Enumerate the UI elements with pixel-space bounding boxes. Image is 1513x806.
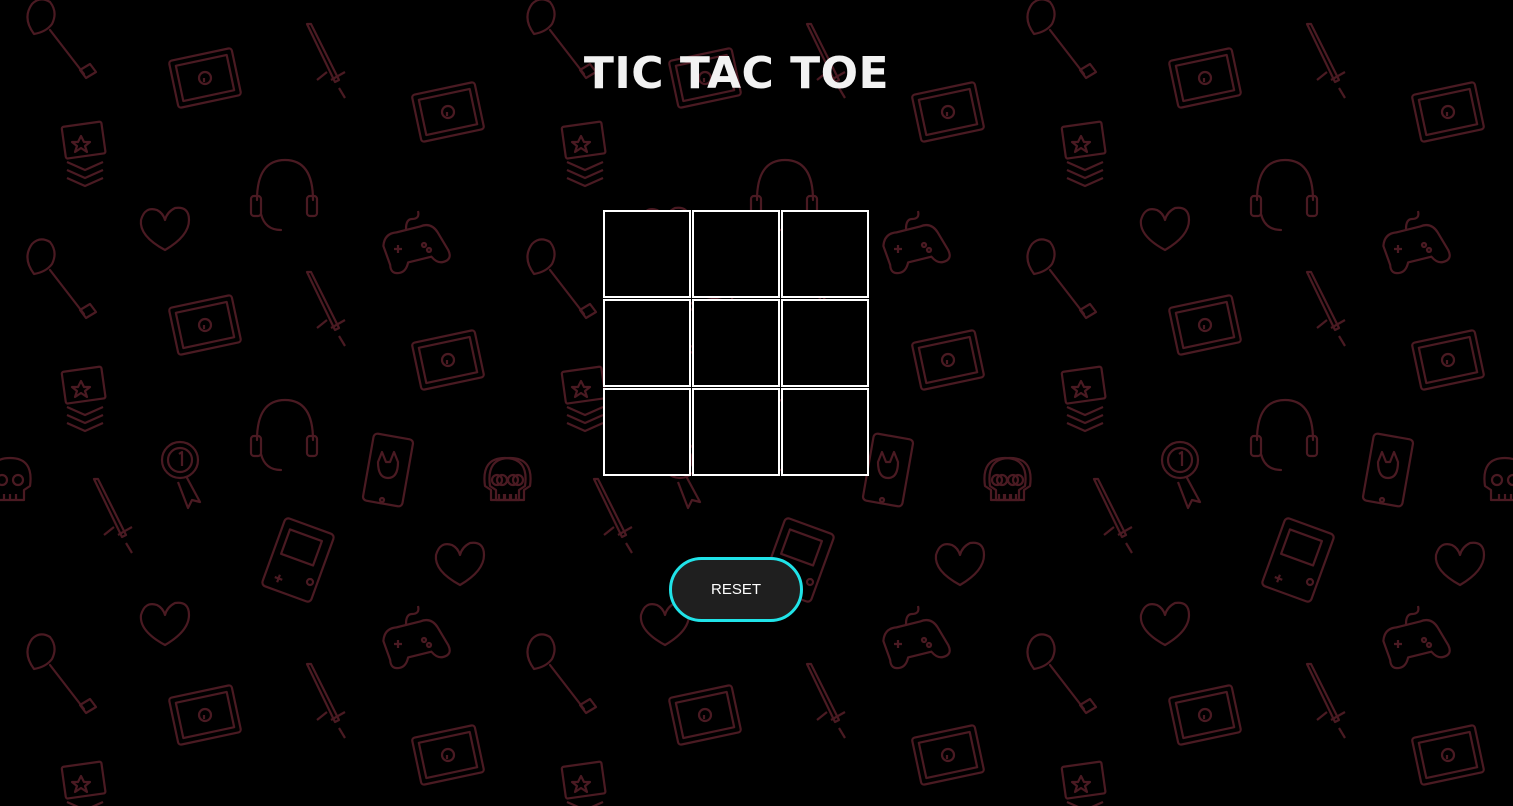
board-cell-3[interactable]: [781, 210, 869, 298]
game-page: TIC TAC TOE RESET: [0, 0, 1513, 806]
board-cell-1[interactable]: [603, 210, 691, 298]
board-cell-7[interactable]: [603, 388, 691, 476]
board-cell-9[interactable]: [781, 388, 869, 476]
page-title: TIC TAC TOE: [583, 48, 890, 99]
board-cell-2[interactable]: [692, 210, 780, 298]
reset-button[interactable]: RESET: [669, 557, 803, 622]
game-board: [603, 210, 869, 477]
board-cell-6[interactable]: [781, 299, 869, 387]
board-cell-4[interactable]: [603, 299, 691, 387]
board-cell-5[interactable]: [692, 299, 780, 387]
board-cell-8[interactable]: [692, 388, 780, 476]
